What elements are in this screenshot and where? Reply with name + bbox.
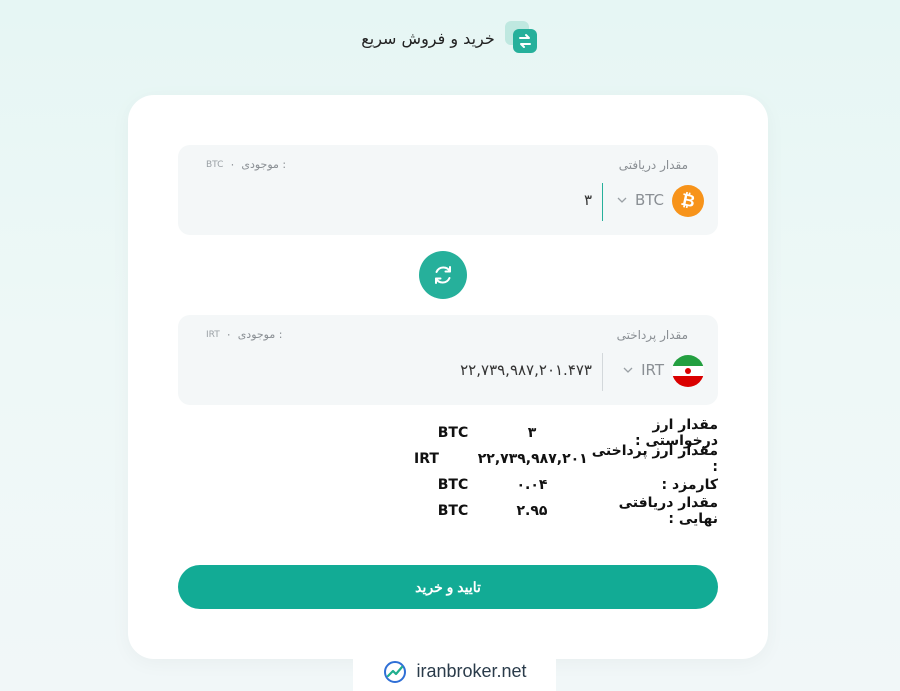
- pay-balance-label: موجودی :: [237, 328, 283, 341]
- brand-name[interactable]: iranbroker.net: [416, 661, 526, 682]
- pay-balance: IRT ۰ موجودی :: [206, 328, 282, 341]
- chart-logo-icon: [384, 660, 407, 683]
- pay-divider: [602, 353, 603, 391]
- pay-balance-currency: IRT: [206, 329, 220, 340]
- chevron-down-icon: [623, 367, 633, 373]
- summary-row-payment: مقدار ارز پرداختی : ۲۲,۷۳۹,۹۸۷,۲۰۱ IRT: [414, 443, 718, 475]
- footer-brand: iranbroker.net: [353, 652, 556, 691]
- summary-label: مقدار دریافتی نهایی :: [618, 495, 718, 527]
- receive-balance-currency: BTC: [206, 159, 224, 170]
- summary-unit: BTC: [437, 503, 469, 519]
- bitcoin-icon: ₿: [672, 185, 704, 217]
- summary-value: ۲۲,۷۳۹,۹۸۷,۲۰۱: [477, 451, 588, 467]
- pay-amount-input[interactable]: ۲۲,۷۳۹,۹۸۷,۲۰۱.۴۷۳: [460, 361, 592, 379]
- summary-unit: IRT: [414, 451, 439, 467]
- summary-value: ۰.۰۴: [516, 477, 548, 493]
- receive-amount-input[interactable]: ۳: [584, 191, 592, 209]
- chevron-down-icon: [617, 197, 627, 203]
- swap-icon: [504, 21, 539, 55]
- pay-label: مقدار پرداختی: [616, 328, 688, 342]
- summary-value: ۲.۹۵: [516, 503, 548, 519]
- receive-balance: BTC ۰ موجودی :: [206, 158, 286, 171]
- order-summary: مقدار ارز درخواستی : ۳ BTC مقدار ارز پرد…: [414, 417, 719, 527]
- page-title: خرید و فروش سریع: [361, 28, 495, 48]
- receive-currency-select[interactable]: BTC: [617, 191, 664, 209]
- refresh-icon: [435, 266, 451, 284]
- page-header: خرید و فروش سریع: [0, 18, 900, 58]
- receive-label: مقدار دریافتی: [618, 158, 688, 172]
- receive-currency: BTC: [634, 191, 664, 209]
- pay-currency-select[interactable]: IRT: [623, 361, 664, 379]
- summary-label: مقدار ارز پرداختی :: [591, 443, 718, 475]
- summary-label: کارمزد :: [661, 477, 719, 493]
- confirm-buy-button[interactable]: تایید و خرید: [178, 565, 718, 609]
- receive-balance-value: ۰: [229, 158, 236, 171]
- receive-balance-label: موجودی :: [241, 158, 287, 171]
- summary-value: ۳: [527, 425, 537, 441]
- swap-button[interactable]: [419, 251, 467, 299]
- exchange-card: مقدار دریافتی BTC ۰ موجودی : ₿ BTC ۳ مقد…: [128, 95, 768, 659]
- receive-field: مقدار دریافتی BTC ۰ موجودی : ₿ BTC ۳: [178, 145, 718, 235]
- pay-currency: IRT: [641, 361, 664, 379]
- pay-balance-value: ۰: [225, 328, 232, 341]
- iran-flag-icon: [672, 355, 704, 387]
- pay-field: مقدار پرداختی IRT ۰ موجودی : IRT ۲۲,۷۳۹,…: [178, 315, 718, 405]
- summary-unit: BTC: [437, 477, 469, 493]
- summary-unit: BTC: [437, 425, 469, 441]
- summary-row-final: مقدار دریافتی نهایی : ۲.۹۵ BTC: [414, 495, 718, 527]
- receive-divider: [602, 183, 603, 221]
